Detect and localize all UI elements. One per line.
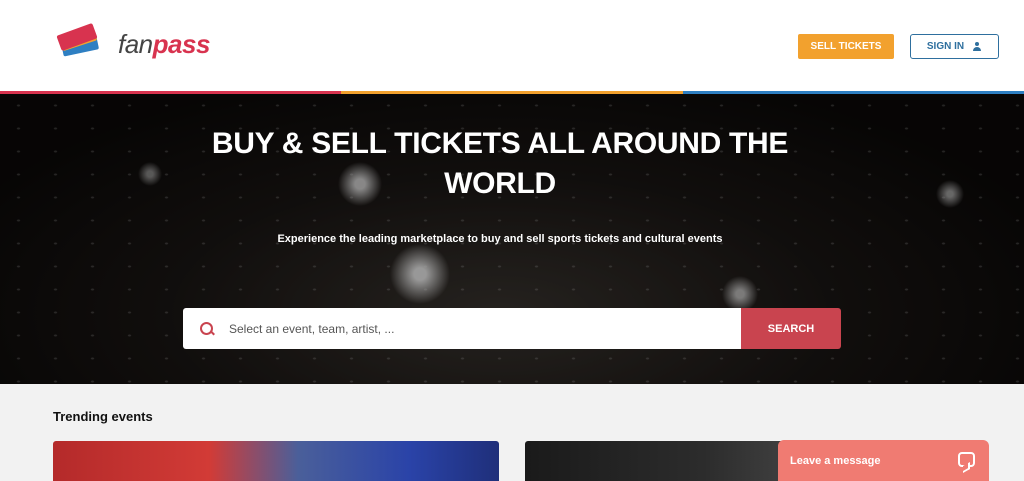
logo-text: fanpass — [118, 29, 210, 60]
site-header: fanpass SELL TICKETS SIGN IN — [0, 0, 1024, 91]
logo-text-pass: pass — [152, 28, 211, 59]
sell-tickets-button[interactable]: SELL TICKETS — [798, 34, 894, 59]
chat-label: Leave a message — [790, 454, 881, 467]
search-icon — [200, 321, 214, 336]
search-button[interactable]: SEARCH — [741, 308, 841, 349]
search-box[interactable] — [183, 308, 741, 349]
search-input[interactable] — [229, 321, 709, 336]
hero-subtitle: Experience the leading marketplace to bu… — [277, 233, 723, 245]
tickets-logo-icon — [56, 22, 104, 61]
user-icon — [972, 41, 982, 52]
sign-in-button[interactable]: SIGN IN — [910, 34, 999, 59]
event-card[interactable] — [53, 441, 499, 481]
chat-bubble-icon — [958, 452, 975, 467]
leave-message-chat-widget[interactable]: Leave a message — [778, 440, 989, 481]
hero-title: BUY & SELL TICKETS ALL AROUND THE WORLD — [211, 127, 789, 200]
fanpass-logo[interactable]: fanpass — [56, 22, 210, 61]
sign-in-label: SIGN IN — [926, 41, 965, 52]
hero-banner: BUY & SELL TICKETS ALL AROUND THE WORLD … — [0, 94, 1024, 384]
trending-events-heading: Trending events — [53, 409, 153, 424]
logo-text-fan: fan — [118, 28, 153, 59]
